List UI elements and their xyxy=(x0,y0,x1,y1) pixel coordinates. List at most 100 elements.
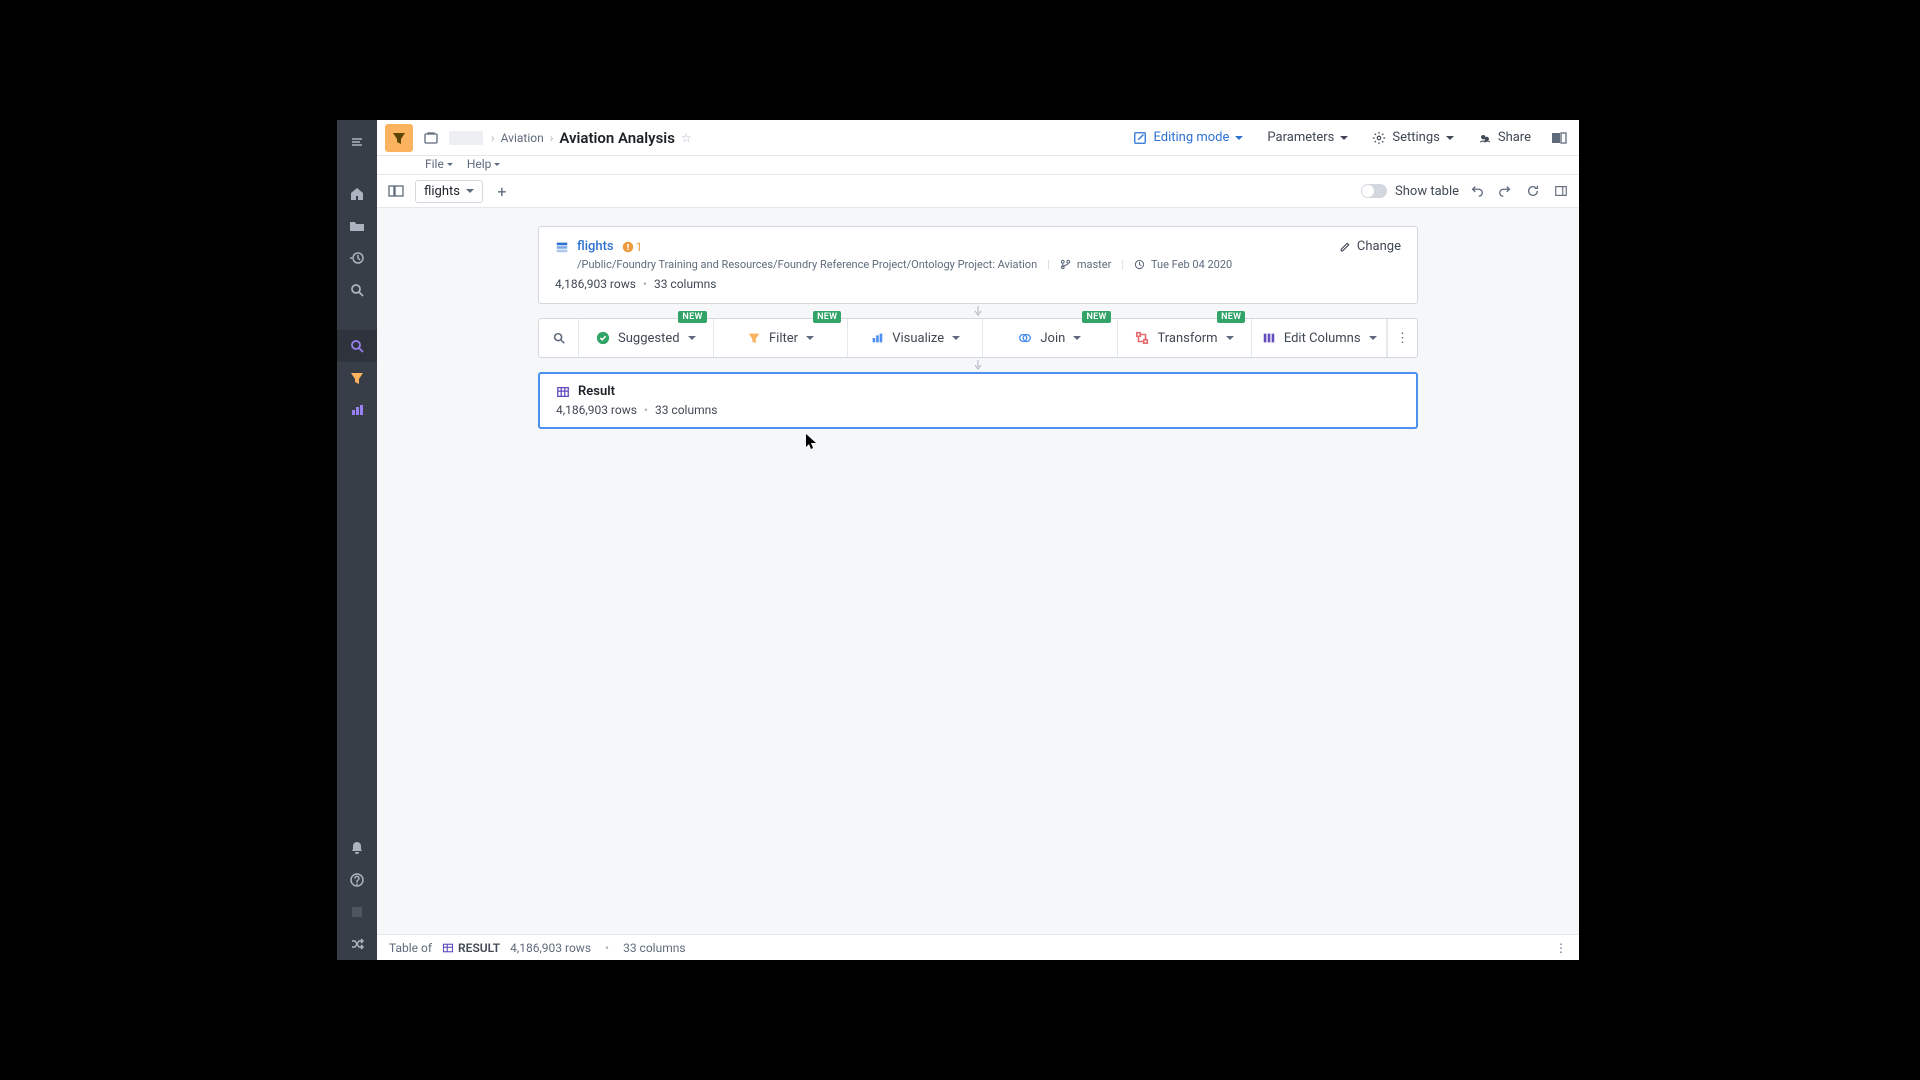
notifications-icon[interactable] xyxy=(337,832,377,864)
search-icon[interactable] xyxy=(337,274,377,306)
chart-icon xyxy=(870,331,884,345)
folder-icon[interactable] xyxy=(337,210,377,242)
home-icon[interactable] xyxy=(337,178,377,210)
result-rows: 4,186,903 rows xyxy=(556,403,637,417)
date-indicator: Tue Feb 04 2020 xyxy=(1134,258,1232,271)
funnel-app-icon[interactable] xyxy=(337,362,377,394)
chevron-down-icon xyxy=(952,336,960,340)
settings-button[interactable]: Settings xyxy=(1364,126,1461,149)
connector-down xyxy=(538,304,1418,318)
edit-columns-label: Edit Columns xyxy=(1284,331,1361,346)
editing-mode-button[interactable]: Editing mode xyxy=(1125,126,1251,149)
connector-down xyxy=(538,358,1418,372)
undo-icon[interactable] xyxy=(1467,181,1487,201)
result-cols: 33 columns xyxy=(655,403,717,417)
panel-right-icon[interactable] xyxy=(1551,181,1571,201)
chevron-down-icon xyxy=(494,163,500,166)
history-icon[interactable] xyxy=(337,242,377,274)
dataset-path: /Public/Foundry Training and Resources/F… xyxy=(577,258,1037,271)
file-menu-label: File xyxy=(425,157,444,171)
shuffle-icon[interactable] xyxy=(337,928,377,960)
menu-icon[interactable] xyxy=(337,126,377,158)
panel-list-icon[interactable] xyxy=(385,180,407,202)
footer-result-label: RESULT xyxy=(458,941,500,955)
toolbar-search-icon[interactable] xyxy=(539,319,579,357)
visualize-button[interactable]: Visualize xyxy=(848,319,983,357)
join-button[interactable]: NEW Join xyxy=(983,319,1118,357)
footer-more-icon[interactable]: ⋮ xyxy=(1555,941,1567,955)
main-column: › Aviation › Aviation Analysis ☆ Editing… xyxy=(377,120,1579,960)
new-badge: NEW xyxy=(678,311,706,323)
result-card[interactable]: Result 4,186,903 rows • 33 columns xyxy=(538,372,1418,429)
chevron-down-icon xyxy=(447,163,453,166)
filter-button[interactable]: NEW Filter xyxy=(714,319,849,357)
table-icon xyxy=(556,385,570,399)
share-button[interactable]: Share xyxy=(1470,126,1539,149)
breadcrumb-blank xyxy=(449,131,483,145)
edit-columns-button[interactable]: Edit Columns xyxy=(1252,319,1387,357)
folder-icon[interactable] xyxy=(421,128,441,148)
dataset-date: Tue Feb 04 2020 xyxy=(1151,258,1232,271)
chevron-down-icon xyxy=(1369,336,1377,340)
show-table-label: Show table xyxy=(1395,184,1459,199)
show-table-toggle[interactable] xyxy=(1361,184,1387,198)
suggested-button[interactable]: NEW Suggested xyxy=(579,319,714,357)
new-badge: NEW xyxy=(1217,311,1245,323)
star-icon[interactable]: ☆ xyxy=(681,131,692,145)
dataset-icon xyxy=(555,240,569,254)
warn-count: 1 xyxy=(636,240,643,254)
sub-menu-bar: File Help xyxy=(377,154,1579,174)
transform-label: Transform xyxy=(1157,331,1217,346)
help-icon[interactable] xyxy=(337,864,377,896)
chevron-down-icon xyxy=(688,336,696,340)
tab-label: flights xyxy=(424,184,460,199)
dataset-rows: 4,186,903 rows xyxy=(555,277,636,291)
breadcrumb-parent[interactable]: Aviation xyxy=(501,131,544,145)
parameters-label: Parameters xyxy=(1267,130,1334,145)
columns-icon xyxy=(1262,331,1276,345)
branch-indicator: master xyxy=(1060,258,1111,271)
charts-app-icon[interactable] xyxy=(337,394,377,426)
dataset-stats: 4,186,903 rows • 33 columns xyxy=(555,277,1401,291)
dataset-card[interactable]: flights 1 Change /Public/Foundry Trainin… xyxy=(538,226,1418,304)
result-stats: 4,186,903 rows • 33 columns xyxy=(556,403,1400,417)
tab-flights[interactable]: flights xyxy=(415,180,483,203)
mouse-cursor-icon xyxy=(806,434,818,450)
visualize-label: Visualize xyxy=(892,331,944,346)
new-badge: NEW xyxy=(813,311,841,323)
footer-result-chip[interactable]: RESULT xyxy=(442,941,500,955)
breadcrumb: › Aviation › Aviation Analysis ☆ xyxy=(491,129,692,147)
panel-toggle-icon[interactable] xyxy=(1547,126,1571,150)
filter-label: Filter xyxy=(769,331,798,346)
chevron-down-icon xyxy=(466,189,474,193)
help-menu-label: Help xyxy=(467,157,492,171)
chevron-down-icon xyxy=(1235,136,1243,140)
chevron-down-icon xyxy=(1073,336,1081,340)
chevron-down-icon xyxy=(1340,136,1348,140)
join-icon xyxy=(1018,331,1032,345)
redo-icon[interactable] xyxy=(1495,181,1515,201)
transform-button[interactable]: NEW Transform xyxy=(1118,319,1253,357)
transform-icon xyxy=(1135,331,1149,345)
change-button[interactable]: Change xyxy=(1339,239,1401,254)
new-badge: NEW xyxy=(1082,311,1110,323)
suggested-label: Suggested xyxy=(618,331,680,346)
parameters-button[interactable]: Parameters xyxy=(1259,126,1356,149)
dataset-name: flights xyxy=(577,239,614,254)
refresh-icon[interactable] xyxy=(1523,181,1543,201)
explore-active-icon[interactable] xyxy=(337,330,377,362)
dataset-cols: 33 columns xyxy=(654,277,716,291)
help-menu[interactable]: Help xyxy=(467,157,501,171)
toolbar-more-icon[interactable]: ⋮ xyxy=(1387,319,1417,357)
dataset-warning[interactable]: 1 xyxy=(622,240,643,254)
add-tab-button[interactable]: + xyxy=(491,180,513,202)
change-label: Change xyxy=(1357,239,1401,254)
app-window: › Aviation › Aviation Analysis ☆ Editing… xyxy=(337,120,1579,960)
header-bar: › Aviation › Aviation Analysis ☆ Editing… xyxy=(377,120,1579,156)
settings-label: Settings xyxy=(1392,130,1439,145)
footer-table-of-label: Table of xyxy=(389,941,432,955)
check-circle-icon xyxy=(596,331,610,345)
page-title: Aviation Analysis xyxy=(559,129,675,147)
tabs-row: flights + Show table xyxy=(377,174,1579,208)
file-menu[interactable]: File xyxy=(425,157,453,171)
